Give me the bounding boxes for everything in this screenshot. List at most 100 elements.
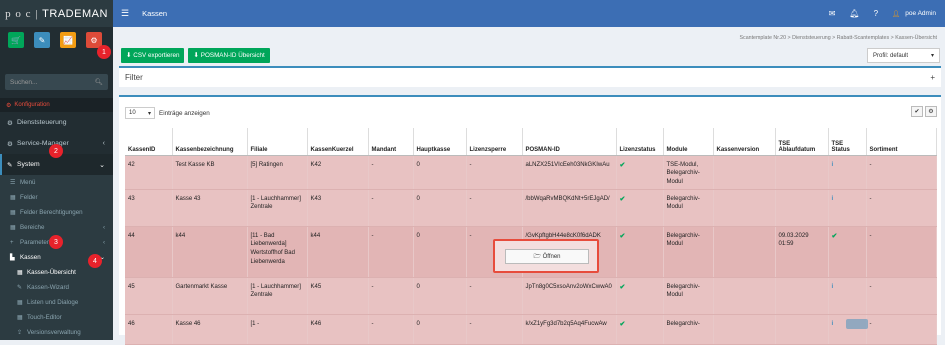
register-icon: ▙ — [10, 255, 15, 261]
sidebar-item-felder-berechtigungen[interactable]: ▦ Felder Berechtigungen — [0, 205, 113, 220]
col-header[interactable]: TSE Ablaufdatum — [775, 128, 829, 156]
gears-icon[interactable]: ⚙ — [925, 106, 937, 117]
table-row[interactable]: 46 Kasse 46 [1 - K46 - 0 - k/xZ1yFg3d7b2… — [125, 314, 937, 345]
user-avatar-icon: 👤︎ — [892, 10, 901, 18]
csv-export-button[interactable]: ⬇ CSV exportieren — [121, 48, 185, 63]
col-header[interactable]: Module — [663, 128, 714, 156]
annotation-badge: 3 — [49, 235, 63, 249]
sidebar-item-bereiche[interactable]: ▦ Bereiche ‹ — [0, 220, 113, 235]
page-title: Kassen — [142, 9, 168, 18]
table-icon: ▦ — [10, 195, 16, 201]
check-icon: ✔ — [619, 232, 626, 240]
sidebar: p o c | TRADEMAN 🛒 ✎ 📈 ⚙ Suchen... 🔍︎ ⚙ … — [0, 0, 113, 340]
breadcrumb-item[interactable]: Scantemplate Nr.20 — [740, 35, 787, 41]
upload-icon: ⇪ — [17, 330, 23, 336]
gear-icon: ⚙ — [7, 140, 13, 148]
chevron-left-icon: ‹ — [102, 140, 105, 147]
download-icon: ⬇ — [126, 52, 132, 59]
chevron-down-icon: ⌄ — [99, 161, 105, 169]
hamburger-icon[interactable]: ☰ — [121, 8, 129, 19]
col-header[interactable]: KassenKuerzel — [307, 128, 369, 156]
sidebar-item-felder[interactable]: ▦ Felder — [0, 190, 113, 205]
help-icon[interactable]: ? — [874, 9, 878, 18]
col-header[interactable]: Kassenbezeichnung — [172, 128, 248, 156]
info-icon[interactable]: i — [832, 162, 834, 168]
gear-icon: ⚙ — [7, 119, 13, 127]
table-icon: ▦ — [17, 300, 23, 306]
check-icon: ✔ — [619, 320, 626, 328]
table-box: 10 ▾ Einträge anzeigen ✔ ⚙ KassenID Kasse… — [119, 95, 941, 345]
sidebar-section-header: ⚙ Konfiguration — [0, 98, 113, 112]
context-menu-popup: 🗁 Öffnen — [493, 239, 599, 273]
profile-select[interactable]: Profil: default ▾ — [867, 48, 940, 63]
breadcrumb-item[interactable]: Dienststeuerung — [792, 35, 831, 41]
filter-panel[interactable]: Filter + — [119, 66, 941, 87]
app-logo[interactable]: p o c | TRADEMAN — [0, 0, 113, 27]
col-header[interactable]: TSE Status — [828, 128, 867, 156]
col-header[interactable]: Kassenversion — [713, 128, 776, 156]
breadcrumb: Scantemplate Nr.20 > Dienststeuerung > R… — [739, 35, 937, 41]
breadcrumb-current: Kassen-Übersicht — [895, 35, 937, 41]
table-row[interactable]: 43 Kasse 43 [1 - Lauchhammer] Zentrale K… — [125, 189, 937, 227]
plus-icon[interactable]: + — [930, 73, 935, 82]
cart-icon[interactable]: 🛒 — [8, 32, 24, 48]
page-length-select[interactable]: 10 ▾ — [125, 107, 155, 119]
sidebar-item-versionsverwaltung[interactable]: ⇪ Versionsverwaltung — [0, 325, 113, 340]
quick-actions: 🛒 ✎ 📈 ⚙ — [0, 27, 113, 67]
col-header[interactable]: Hauptkasse — [413, 128, 467, 156]
gears-icon: ⚙ — [6, 102, 12, 109]
check-icon: ✔ — [619, 283, 626, 291]
check-icon: ✔ — [619, 195, 626, 203]
caret-down-icon: ▾ — [147, 110, 151, 117]
filter-title: Filter — [125, 73, 143, 82]
list-icon: ☰ — [10, 180, 16, 186]
scroll-top-button[interactable] — [846, 319, 868, 329]
open-button[interactable]: 🗁 Öffnen — [505, 249, 589, 264]
posman-overview-button[interactable]: ⬇ POSMAN-ID Übersicht — [188, 48, 270, 63]
annotation-badge: 4 — [88, 254, 102, 268]
user-menu[interactable]: 👤︎ poe Admin — [892, 10, 936, 18]
chevron-left-icon: ‹ — [102, 224, 105, 231]
col-header[interactable]: Sortiment — [866, 128, 937, 156]
info-icon[interactable]: i — [832, 196, 834, 202]
caret-down-icon: ▾ — [930, 53, 934, 59]
col-header[interactable]: Lizenzsperre — [466, 128, 523, 156]
sidebar-item-listen-dialoge[interactable]: ▦ Listen und Dialoge — [0, 295, 113, 310]
annotation-badge: 1 — [97, 45, 111, 59]
pencil-icon: ✎ — [17, 285, 23, 291]
search-icon[interactable]: 🔍︎ — [95, 78, 103, 86]
download-icon: ⬇ — [193, 52, 199, 59]
col-header[interactable]: Filiale — [247, 128, 308, 156]
sidebar-item-touch-editor[interactable]: ▦ Touch-Editor — [0, 310, 113, 325]
breadcrumb-item[interactable]: Rabatt-Scantemplates — [837, 35, 889, 41]
table-icon: ▦ — [17, 315, 23, 321]
page-length-label: Einträge anzeigen — [159, 109, 210, 117]
info-icon[interactable]: i — [832, 284, 834, 290]
table-icon: ▦ — [17, 270, 23, 276]
table-row[interactable]: 42 Test Kasse KB [5] Ratingen K42 - 0 - … — [125, 155, 937, 190]
plus-icon: + — [10, 239, 14, 246]
sidebar-item-menu[interactable]: ☰ Menü — [0, 175, 113, 190]
sidebar-item-kassen-wizard[interactable]: ✎ Kassen-Wizard — [0, 280, 113, 295]
col-header[interactable]: KassenID — [125, 128, 173, 156]
bell-icon[interactable]: 🔔︎ — [849, 9, 859, 18]
col-header[interactable]: Mandant — [368, 128, 414, 156]
check-icon[interactable]: ✔ — [911, 106, 923, 117]
check-icon: ✔ — [619, 161, 626, 169]
sidebar-item-dienststeuerung[interactable]: ⚙ Dienststeuerung — [0, 112, 113, 133]
chart-icon[interactable]: 📈 — [60, 32, 76, 48]
kassen-table: KassenID Kassenbezeichnung Filiale Kasse… — [125, 128, 937, 345]
pencil-icon[interactable]: ✎ — [34, 32, 50, 48]
mail-icon[interactable]: ✉ — [829, 9, 836, 18]
table-row[interactable]: 45 Gartenmarkt Kasse [1 - Lauchhammer] Z… — [125, 277, 937, 315]
info-icon[interactable]: i — [832, 321, 834, 327]
col-header[interactable]: POSMAN-ID — [522, 128, 617, 156]
search-placeholder: Suchen... — [10, 78, 38, 86]
chevron-left-icon: ‹ — [102, 239, 105, 246]
sidebar-search-input[interactable]: Suchen... 🔍︎ — [5, 74, 108, 90]
annotation-badge: 2 — [49, 144, 63, 158]
wrench-icon: ✎ — [7, 161, 13, 169]
check-icon: ✔ — [831, 232, 838, 240]
col-header[interactable]: Lizenzstatus — [616, 128, 664, 156]
table-icon: ▦ — [10, 210, 16, 216]
